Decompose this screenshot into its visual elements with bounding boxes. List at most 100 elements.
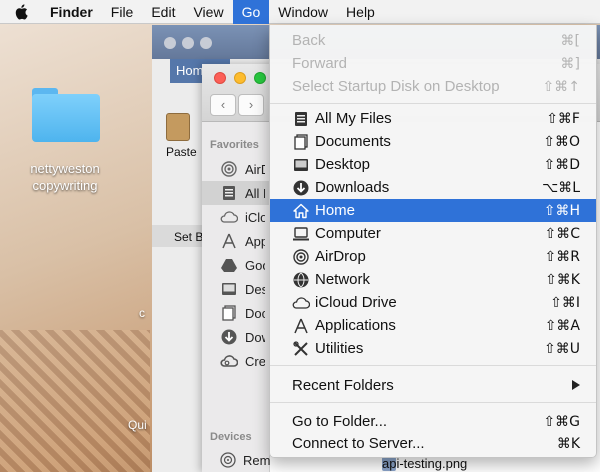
sidebar-item-label: Documents bbox=[245, 305, 265, 321]
applications-icon bbox=[220, 232, 238, 250]
minimize-button[interactable] bbox=[182, 37, 194, 49]
menu-item-applications[interactable]: Applications ⇧⌘A bbox=[270, 314, 596, 337]
menu-item-label: Back bbox=[292, 32, 326, 49]
desktop-folder-label[interactable]: nettyweston copywriting bbox=[10, 160, 120, 194]
shortcut-label: ⇧⌘R bbox=[544, 249, 580, 265]
shortcut-label: ⇧⌘O bbox=[543, 134, 580, 150]
airdrop-icon bbox=[292, 248, 310, 266]
menu-item-utilities[interactable]: Utilities ⇧⌘U bbox=[270, 337, 596, 360]
icloud-icon bbox=[292, 294, 310, 312]
sidebar-item-label: Remote Disc bbox=[243, 452, 270, 468]
sidebar-item-google-drive[interactable]: Google Drive bbox=[202, 253, 270, 277]
desktop-icon bbox=[220, 280, 238, 298]
desktop-folder-icon[interactable] bbox=[30, 88, 100, 142]
menu-item-label: AirDrop bbox=[315, 248, 366, 265]
menu-item-recent-folders[interactable]: Recent Folders bbox=[270, 374, 596, 397]
sidebar-item-icloud-drive[interactable]: iCloud Drive bbox=[202, 205, 270, 229]
desktop-partial-label: Qui bbox=[128, 418, 147, 432]
menu-item-label: Applications bbox=[315, 317, 396, 334]
menu-item-label: Documents bbox=[315, 133, 391, 150]
menu-item-back: Back ⌘[ bbox=[270, 29, 596, 52]
folder-label-line2: copywriting bbox=[32, 178, 98, 193]
shortcut-label: ⇧⌘F bbox=[546, 111, 580, 127]
google-drive-icon bbox=[220, 256, 238, 274]
menu-item-label: Downloads bbox=[315, 179, 390, 196]
shortcut-label: ⇧⌘↑ bbox=[542, 79, 580, 95]
menu-item-label: Connect to Server... bbox=[292, 435, 425, 452]
sidebar-item-downloads[interactable]: Downloads bbox=[202, 325, 270, 349]
utilities-icon bbox=[292, 340, 310, 358]
file-name-label[interactable]: api-testing.png bbox=[382, 456, 467, 471]
chevron-right-icon: › bbox=[248, 97, 254, 112]
menu-edit[interactable]: Edit bbox=[142, 0, 184, 24]
minimize-button[interactable] bbox=[234, 72, 246, 84]
menu-item-label: Utilities bbox=[315, 340, 364, 357]
zoom-button[interactable] bbox=[200, 37, 212, 49]
all-my-files-icon bbox=[292, 110, 310, 128]
paste-button[interactable]: Paste bbox=[166, 145, 197, 159]
sidebar-item-label: Creative Cloud Files bbox=[245, 353, 265, 369]
shortcut-label: ⌘K bbox=[556, 436, 580, 452]
applications-icon bbox=[292, 317, 310, 335]
menu-help[interactable]: Help bbox=[337, 0, 384, 24]
sidebar-item-creative-cloud[interactable]: Creative Cloud Files bbox=[202, 349, 270, 373]
menu-item-connect-to-server[interactable]: Connect to Server... ⌘K bbox=[270, 432, 596, 455]
menu-finder[interactable]: Finder bbox=[42, 0, 102, 24]
sidebar-item-desktop[interactable]: Desktop bbox=[202, 277, 270, 301]
menu-item-network[interactable]: Network ⇧⌘K bbox=[270, 268, 596, 291]
home-icon bbox=[292, 202, 310, 220]
menu-item-go-to-folder[interactable]: Go to Folder... ⇧⌘G bbox=[270, 410, 596, 433]
menu-item-desktop[interactable]: Desktop ⇧⌘D bbox=[270, 153, 596, 176]
folder-label-line1: nettyweston bbox=[30, 161, 100, 176]
menu-item-downloads[interactable]: Downloads ⌥⌘L bbox=[270, 176, 596, 199]
submenu-arrow-icon bbox=[572, 380, 580, 390]
sidebar-item-label: All My Files bbox=[245, 185, 265, 201]
menu-view[interactable]: View bbox=[184, 0, 232, 24]
menu-item-label: Recent Folders bbox=[292, 377, 394, 394]
menu-item-label: Go to Folder... bbox=[292, 413, 388, 430]
menu-item-airdrop[interactable]: AirDrop ⇧⌘R bbox=[270, 245, 596, 268]
desktop-partial-label: c bbox=[139, 306, 145, 320]
apple-logo-icon bbox=[15, 3, 28, 20]
menu-item-home[interactable]: Home ⇧⌘H bbox=[270, 199, 596, 222]
menu-item-all-my-files[interactable]: All My Files ⇧⌘F bbox=[270, 107, 596, 130]
set-button[interactable]: Set B bbox=[174, 230, 203, 244]
menu-go[interactable]: Go bbox=[232, 0, 270, 24]
menu-item-label: Home bbox=[315, 202, 356, 219]
close-button[interactable] bbox=[164, 37, 176, 49]
menu-item-label: Select Startup Disk on Desktop bbox=[292, 78, 500, 95]
chevron-left-icon: ‹ bbox=[220, 97, 226, 112]
apple-menu[interactable] bbox=[0, 0, 42, 24]
menu-separator bbox=[270, 103, 596, 104]
sidebar-item-applications[interactable]: Applications bbox=[202, 229, 270, 253]
menu-item-computer[interactable]: Computer ⇧⌘C bbox=[270, 222, 596, 245]
zoom-button[interactable] bbox=[254, 72, 266, 84]
sidebar-heading-devices: Devices bbox=[210, 431, 252, 443]
menu-window[interactable]: Window bbox=[269, 0, 337, 24]
shortcut-label: ⇧⌘U bbox=[544, 341, 580, 357]
back-nav-button[interactable]: ‹ bbox=[210, 94, 236, 116]
menu-item-select-startup-disk: Select Startup Disk on Desktop ⇧⌘↑ bbox=[270, 75, 596, 98]
menu-item-forward: Forward ⌘] bbox=[270, 52, 596, 75]
menu-item-icloud-drive[interactable]: iCloud Drive ⇧⌘I bbox=[270, 291, 596, 314]
all-my-files-icon bbox=[220, 184, 238, 202]
network-icon bbox=[292, 271, 310, 289]
forward-nav-button[interactable]: › bbox=[238, 94, 264, 116]
menu-item-label: iCloud Drive bbox=[315, 294, 397, 311]
menu-item-label: Forward bbox=[292, 55, 348, 72]
menu-file[interactable]: File bbox=[102, 0, 143, 24]
sidebar-item-label: iCloud Drive bbox=[245, 209, 265, 225]
sidebar-heading-favorites: Favorites bbox=[210, 139, 259, 151]
documents-icon bbox=[292, 133, 310, 151]
menu-item-documents[interactable]: Documents ⇧⌘O bbox=[270, 130, 596, 153]
sidebar-item-label: Downloads bbox=[245, 329, 265, 345]
sidebar-item-remote-disc[interactable]: Remote Disc bbox=[202, 448, 270, 472]
shortcut-label: ⌘] bbox=[560, 56, 580, 72]
sidebar-item-all-my-files[interactable]: All My Files bbox=[202, 181, 270, 205]
sidebar-item-documents[interactable]: Documents bbox=[202, 301, 270, 325]
shortcut-label: ⇧⌘H bbox=[543, 203, 580, 219]
clipboard-icon bbox=[166, 113, 190, 141]
sidebar-item-airdrop[interactable]: AirDrop bbox=[202, 157, 270, 181]
close-button[interactable] bbox=[214, 72, 226, 84]
sidebar-item-label: Google Drive bbox=[245, 257, 265, 273]
